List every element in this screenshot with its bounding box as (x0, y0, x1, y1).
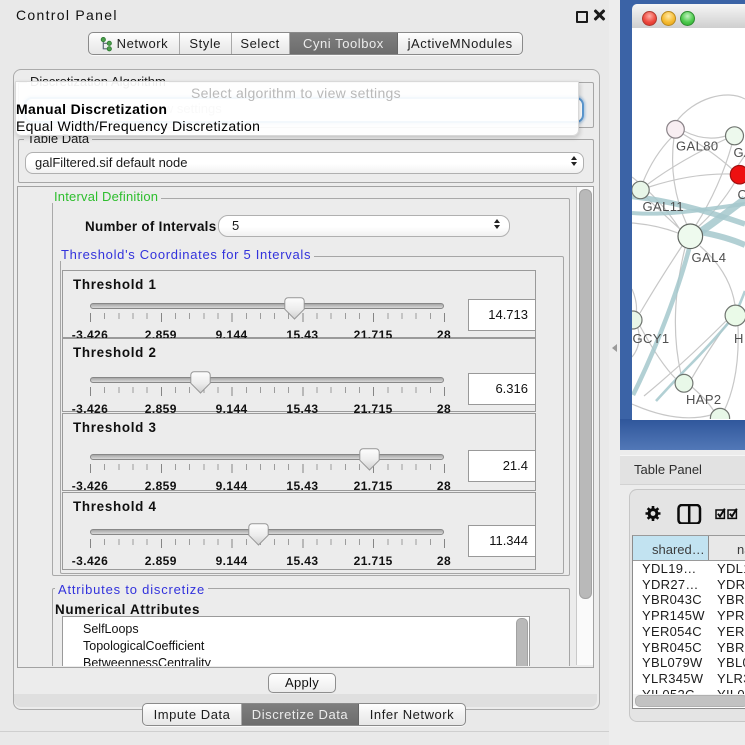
svg-text:GCY1: GCY1 (633, 331, 670, 346)
svg-text:GAL4: GAL4 (692, 250, 727, 265)
svg-text:GAL80: GAL80 (676, 139, 718, 154)
svg-text:GAL11: GAL11 (643, 199, 685, 214)
svg-text:H: H (734, 331, 744, 346)
svg-text:GA: GA (734, 145, 745, 160)
svg-text:C: C (738, 187, 745, 202)
svg-text:HAP2: HAP2 (686, 392, 722, 407)
